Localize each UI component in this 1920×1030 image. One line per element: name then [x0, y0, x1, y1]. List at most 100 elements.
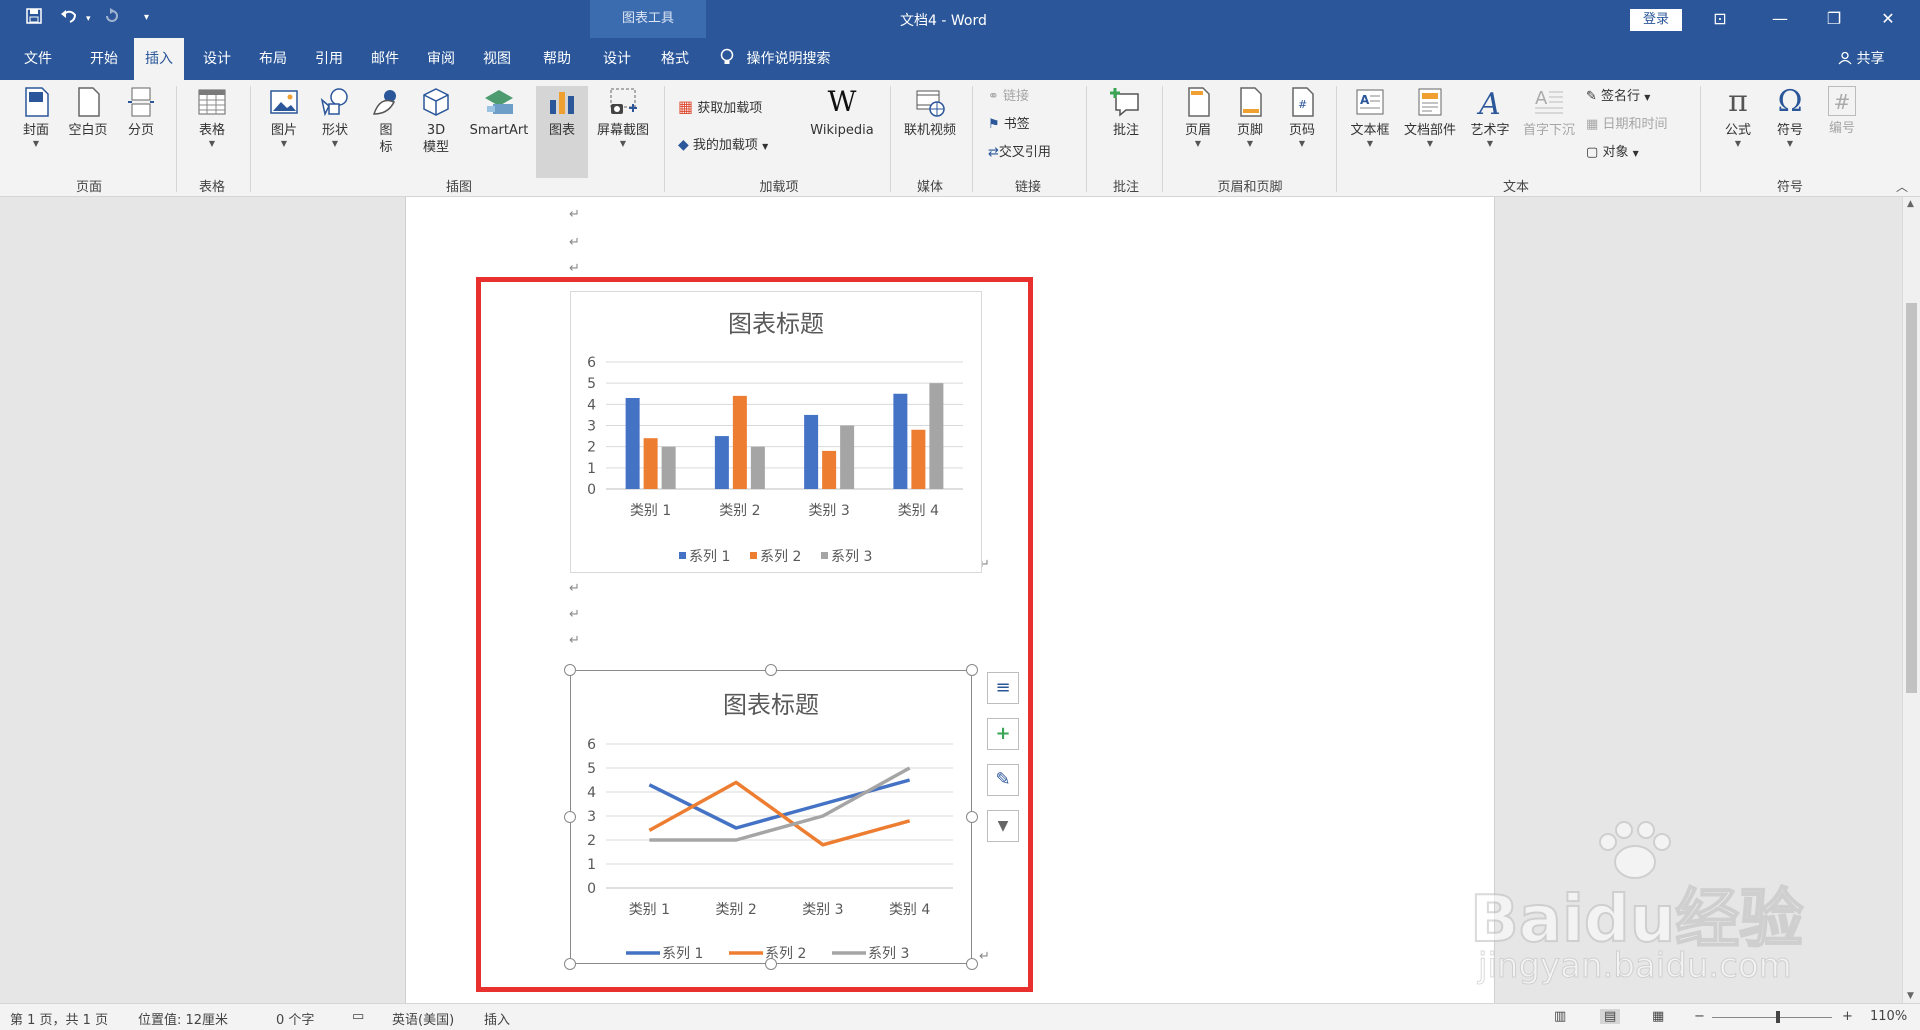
language[interactable]: 英语(美国) [392, 1009, 454, 1028]
position-value[interactable]: 位置值: 12厘米 [138, 1009, 228, 1028]
group-label-pages: 页面 [75, 180, 102, 195]
header-button[interactable]: 页眉 ▼ [1176, 86, 1220, 149]
page-count[interactable]: 第 1 页，共 1 页 [10, 1009, 108, 1028]
tab-home[interactable]: 开始 [76, 38, 132, 80]
symbol-button[interactable]: Ω 符号 ▼ [1768, 86, 1812, 149]
blank-page-button[interactable]: 空白页 [64, 86, 112, 139]
signature-line-button[interactable]: ✎ 签名行 ▼ [1586, 86, 1650, 108]
my-addins-button[interactable]: ◆ 我的加载项 ▼ [678, 134, 768, 156]
textbox-button[interactable]: A 文本框 ▼ [1346, 86, 1394, 149]
undo-dropdown-icon[interactable]: ▾ [86, 14, 91, 24]
online-video-button[interactable]: 联机视频 [898, 86, 962, 139]
tab-references[interactable]: 引用 [302, 38, 356, 80]
drop-cap-button[interactable]: A 首字下沉 [1518, 86, 1580, 139]
footer-button[interactable]: 页脚 ▼ [1228, 86, 1272, 149]
resize-handle-e[interactable] [966, 811, 978, 823]
read-mode-icon[interactable]: ▥ [1554, 1009, 1566, 1024]
resize-handle-nw[interactable] [564, 664, 576, 676]
close-button[interactable]: ✕ [1868, 6, 1908, 32]
chart-filters-icon[interactable]: ▼ [987, 810, 1019, 842]
group-divider [1336, 86, 1337, 192]
collapse-ribbon-icon[interactable]: ︿ [1896, 178, 1908, 195]
bookmark-button[interactable]: ⚑ 书签 [988, 114, 1030, 136]
3d-models-button[interactable]: 3D 模型 [416, 86, 456, 156]
page-number-button[interactable]: # 页码 ▼ [1280, 86, 1324, 149]
object-button[interactable]: ▢ 对象 ▼ [1586, 142, 1639, 164]
bar [714, 436, 729, 489]
scroll-up-icon[interactable]: ▲ [1907, 199, 1914, 209]
chart-button[interactable]: 图表 [536, 86, 588, 178]
tab-review[interactable]: 审阅 [414, 38, 468, 80]
resize-handle-ne[interactable] [966, 664, 978, 676]
chart-elements-icon[interactable]: + [987, 718, 1019, 750]
tab-design[interactable]: 设计 [190, 38, 244, 80]
proofing-icon[interactable]: ▭ [352, 1009, 364, 1024]
ribbon-display-options-icon[interactable]: ⊡ [1700, 6, 1740, 32]
restore-button[interactable]: ❐ [1814, 6, 1854, 32]
minimize-button[interactable]: — [1760, 6, 1800, 32]
line-chart[interactable]: 图表标题 0 1 2 3 4 5 6 类别 1 类别 2 类别 3 类别 4 系列 1 系列 2 系列 3 [570, 670, 972, 964]
link-button[interactable]: ⚭ 链接 [988, 86, 1029, 108]
date-time-button[interactable]: ▦ 日期和时间 [1586, 114, 1667, 136]
save-icon[interactable] [26, 8, 42, 28]
wordart-button[interactable]: A 艺术字 ▼ [1466, 86, 1514, 149]
tab-chart-format[interactable]: 格式 [648, 38, 702, 80]
smartart-icon [485, 90, 513, 114]
blank-page-icon [78, 87, 100, 117]
tell-me-search[interactable]: 操作说明搜索 [720, 38, 830, 80]
cover-page-button[interactable]: 封面 ▼ [16, 86, 56, 149]
chart-styles-icon[interactable]: ✎ [987, 764, 1019, 796]
dropdown-arrow-icon: ▼ [331, 139, 339, 148]
icons-button[interactable]: 图 标 [366, 86, 406, 156]
layout-options-icon[interactable]: ≡ [987, 672, 1019, 704]
word-count[interactable]: 0 个字 [276, 1009, 314, 1028]
insert-mode[interactable]: 插入 [484, 1009, 510, 1028]
zoom-out-button[interactable]: − [1694, 1009, 1705, 1024]
legend-label: 系列 3 [831, 549, 872, 565]
numbering-button[interactable]: # 编号 [1820, 86, 1864, 137]
bar-chart[interactable]: 图表标题 0 1 2 3 4 5 6 类别 1 类别 2 类别 3 类别 4 系列 1 系列 2 系列 3 [570, 291, 982, 573]
zoom-slider[interactable] [1712, 1011, 1832, 1023]
group-divider [1086, 86, 1087, 192]
equation-button[interactable]: π 公式 ▼ [1716, 86, 1760, 149]
numbering-icon: # [1828, 86, 1856, 116]
wikipedia-button[interactable]: W Wikipedia [802, 86, 882, 139]
zoom-in-button[interactable]: + [1842, 1009, 1853, 1024]
pictures-button[interactable]: 图片 ▼ [264, 86, 304, 149]
tab-insert[interactable]: 插入 [134, 38, 184, 80]
page-break-button[interactable]: 分页 [120, 86, 162, 139]
undo-icon[interactable] [60, 8, 78, 28]
get-addins-button[interactable]: ▦ 获取加载项 [678, 96, 762, 118]
login-button[interactable]: 登录 [1630, 9, 1682, 31]
tab-mailings[interactable]: 邮件 [358, 38, 412, 80]
quick-parts-button[interactable]: 文档部件 ▼ [1400, 86, 1460, 149]
tab-help[interactable]: 帮助 [530, 38, 584, 80]
ribbon-tabs: 文件 开始 插入 设计 布局 引用 邮件 审阅 视图 帮助 设计 格式 操作说明… [0, 38, 1920, 80]
cross-reference-button[interactable]: ⇄交叉引用 [988, 142, 1051, 164]
tab-chart-design[interactable]: 设计 [590, 38, 644, 80]
resize-handle-sw[interactable] [564, 958, 576, 970]
smartart-button[interactable]: SmartArt [466, 86, 532, 139]
redo-icon[interactable] [104, 8, 120, 28]
resize-handle-s[interactable] [765, 958, 777, 970]
shapes-button[interactable]: 形状 ▼ [314, 86, 356, 149]
web-layout-icon[interactable]: ▦ [1652, 1009, 1664, 1024]
tab-file[interactable]: 文件 [10, 38, 66, 80]
comment-button[interactable]: 批注 [1100, 86, 1152, 139]
share-button[interactable]: 共享 [1838, 38, 1884, 80]
tab-layout[interactable]: 布局 [246, 38, 300, 80]
resize-handle-n[interactable] [765, 664, 777, 676]
print-layout-icon[interactable]: ▤ [1600, 1009, 1621, 1024]
customize-quick-access-icon[interactable]: ▾ [144, 12, 149, 23]
tab-view[interactable]: 视图 [470, 38, 524, 80]
resize-handle-w[interactable] [564, 811, 576, 823]
table-button[interactable]: 表格 ▼ [192, 86, 232, 149]
scrollbar-thumb[interactable] [1906, 303, 1917, 693]
screenshot-button[interactable]: 屏幕截图 ▼ [592, 86, 654, 149]
zoom-level[interactable]: 110% [1870, 1009, 1907, 1024]
vertical-scrollbar[interactable]: ▲ ▼ [1902, 197, 1920, 1003]
resize-handle-se[interactable] [966, 958, 978, 970]
zoom-slider-thumb[interactable] [1776, 1011, 1780, 1023]
scroll-down-icon[interactable]: ▼ [1907, 991, 1914, 1001]
drop-cap-icon: A [1535, 88, 1563, 114]
